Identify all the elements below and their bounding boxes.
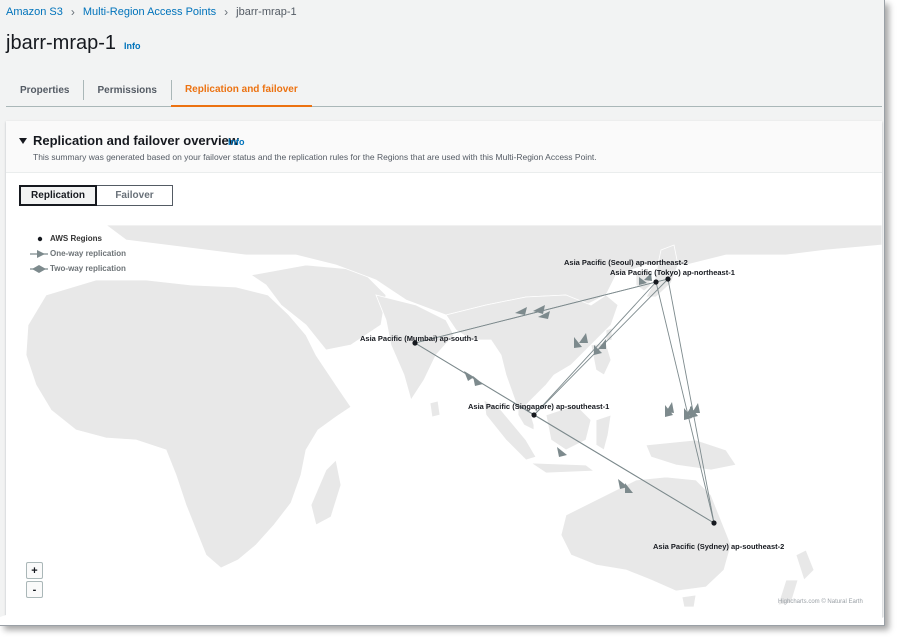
one-way-arrow-icon xyxy=(24,249,50,259)
chevron-right-icon: › xyxy=(70,5,75,19)
chevron-right-icon: › xyxy=(224,5,229,19)
marker-sydney[interactable] xyxy=(711,520,717,526)
replication-map[interactable]: Asia Pacific (Mumbai) ap-south-1 Asia Pa… xyxy=(6,225,882,611)
torn-edge xyxy=(0,613,884,625)
legend-two-way[interactable]: Two-way replication xyxy=(24,261,126,276)
failover-toggle-button[interactable]: Failover xyxy=(97,185,173,206)
caret-down-icon[interactable] xyxy=(19,138,27,144)
label-seoul: Asia Pacific (Seoul) ap-northeast-2 xyxy=(564,258,688,267)
page-title: jbarr-mrap-1 xyxy=(6,32,117,54)
panel-description: This summary was generated based on your… xyxy=(33,152,597,162)
tab-properties[interactable]: Properties xyxy=(6,74,83,106)
map-canvas: Asia Pacific (Mumbai) ap-south-1 Asia Pa… xyxy=(25,225,882,608)
legend-regions[interactable]: AWS Regions xyxy=(24,231,126,246)
region-dot-icon xyxy=(24,234,50,244)
replication-toggle-button[interactable]: Replication xyxy=(19,185,97,206)
marker-tokyo[interactable] xyxy=(665,276,671,282)
label-tokyo: Asia Pacific (Tokyo) ap-northeast-1 xyxy=(610,268,735,277)
map-credit: Highcharts.com © Natural Earth xyxy=(778,599,863,605)
legend-regions-label: AWS Regions xyxy=(50,234,103,243)
tab-replication-and-failover[interactable]: Replication and failover xyxy=(170,74,312,107)
breadcrumb-mrap-list[interactable]: Multi-Region Access Points xyxy=(83,6,216,18)
marker-singapore[interactable] xyxy=(531,412,537,418)
page-header: jbarr-mrap-1 Info xyxy=(6,32,141,55)
panel-title[interactable]: Replication and failover overview xyxy=(33,133,239,148)
breadcrumb: Amazon S3 › Multi-Region Access Points ›… xyxy=(6,4,297,20)
info-link[interactable]: Info xyxy=(124,41,141,51)
two-way-arrow-icon xyxy=(24,264,50,274)
zoom-in-button[interactable]: + xyxy=(26,562,43,579)
panel-header: Replication and failover overview Info T… xyxy=(6,121,882,173)
legend-two-way-label: Two-way replication xyxy=(50,264,126,273)
breadcrumb-current: jbarr-mrap-1 xyxy=(236,6,297,18)
marker-seoul[interactable] xyxy=(653,279,659,285)
tab-bar: Properties Permissions Replication and f… xyxy=(6,74,882,107)
breadcrumb-amazon-s3[interactable]: Amazon S3 xyxy=(6,6,63,18)
zoom-out-button[interactable]: - xyxy=(26,581,43,598)
view-toggle: Replication Failover xyxy=(19,185,173,206)
label-sydney: Asia Pacific (Sydney) ap-southeast-2 xyxy=(653,542,784,551)
app-window: Amazon S3 › Multi-Region Access Points ›… xyxy=(0,0,885,626)
legend-one-way[interactable]: One-way replication xyxy=(24,246,126,261)
map-legend: AWS Regions One-way replication Two-way … xyxy=(24,231,126,276)
legend-one-way-label: One-way replication xyxy=(50,249,127,258)
label-mumbai: Asia Pacific (Mumbai) ap-south-1 xyxy=(360,334,478,343)
panel-info-link[interactable]: Info xyxy=(228,137,245,147)
tab-permissions[interactable]: Permissions xyxy=(83,74,170,106)
label-singapore: Asia Pacific (Singapore) ap-southeast-1 xyxy=(468,402,609,411)
